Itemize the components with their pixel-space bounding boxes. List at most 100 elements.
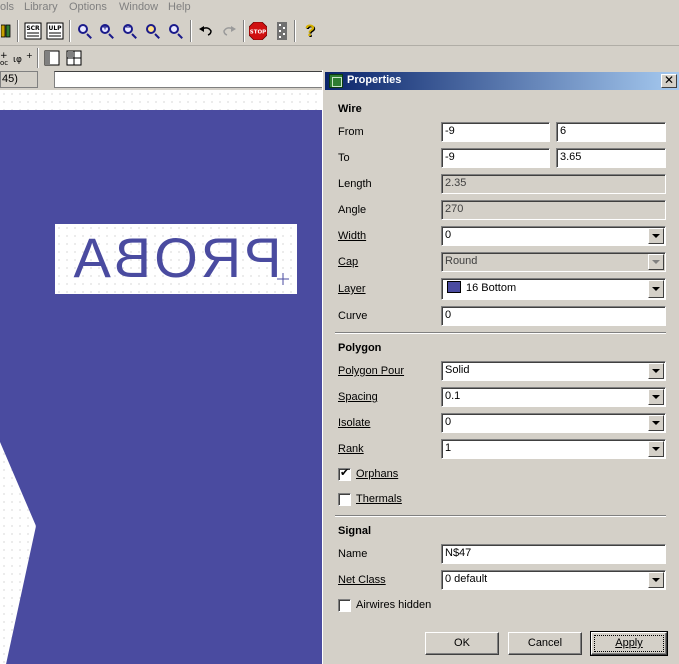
- help-icon[interactable]: ?: [300, 21, 320, 41]
- ulp-icon-label: ULP: [48, 25, 62, 32]
- net-class-value: 0 default: [445, 573, 488, 585]
- menu-help[interactable]: Help: [168, 1, 191, 13]
- airwires-hidden-checkbox[interactable]: Airwires hidden: [338, 599, 458, 613]
- layout-canvas[interactable]: PROBA: [0, 90, 326, 664]
- redo-icon[interactable]: [219, 21, 239, 41]
- library-icon[interactable]: [0, 21, 14, 41]
- chevron-down-icon[interactable]: [648, 228, 664, 244]
- board-polygon[interactable]: [0, 90, 326, 664]
- curve-field[interactable]: 0: [441, 306, 666, 326]
- cap-label: Cap: [338, 256, 359, 268]
- section-wire-heading: Wire: [338, 103, 362, 115]
- width-select[interactable]: 0: [441, 226, 666, 246]
- script-icon[interactable]: SCR: [23, 21, 43, 41]
- zoom-fit-icon[interactable]: [75, 21, 95, 41]
- menu-tools[interactable]: ols: [0, 1, 14, 13]
- zoom-out-icon[interactable]: −: [120, 21, 140, 41]
- rank-label: Rank: [338, 443, 364, 455]
- section-divider: [335, 515, 666, 517]
- chevron-down-icon[interactable]: [648, 363, 664, 379]
- thermals-checkbox-box[interactable]: [338, 493, 351, 506]
- to-y-field[interactable]: 3.65: [556, 148, 666, 168]
- to-x-field[interactable]: -9: [441, 148, 550, 168]
- length-label: Length: [338, 178, 372, 190]
- command-input[interactable]: [54, 71, 326, 88]
- svg-text:ιφ: ιφ: [13, 55, 22, 65]
- zoom-in-icon[interactable]: +: [97, 21, 117, 41]
- rank-select[interactable]: 1: [441, 439, 666, 459]
- isolate-select[interactable]: 0: [441, 413, 666, 433]
- stop-icon-label: STOP: [250, 30, 266, 36]
- width-label: Width: [338, 230, 367, 242]
- add-text-icon[interactable]: + oc: [0, 48, 12, 68]
- dialog-titlebar[interactable]: Properties ✕: [325, 72, 679, 90]
- airwires-hidden-label: Airwires hidden: [356, 599, 432, 611]
- layer-label: Layer: [338, 283, 366, 295]
- chevron-down-icon[interactable]: [648, 441, 664, 457]
- ok-button[interactable]: OK: [425, 632, 499, 655]
- polygon-pour-select[interactable]: Solid: [441, 361, 666, 381]
- layer-color-swatch: [447, 281, 461, 293]
- secondary-toolbar: + oc ιφ +: [0, 46, 679, 70]
- from-label: From: [338, 126, 364, 138]
- chevron-down-icon[interactable]: [648, 415, 664, 431]
- chevron-down-icon[interactable]: [648, 572, 664, 588]
- from-y-field[interactable]: 6: [556, 122, 666, 142]
- ulp-icon[interactable]: ULP: [45, 21, 65, 41]
- section-signal-heading: Signal: [338, 525, 372, 537]
- chevron-down-icon[interactable]: [648, 280, 664, 298]
- rank-value: 1: [445, 442, 452, 454]
- zoom-select-icon[interactable]: [166, 21, 186, 41]
- layer-select[interactable]: 16 Bottom: [441, 278, 666, 300]
- proba-text-label[interactable]: PROBA: [55, 224, 297, 294]
- angle-field: 270: [441, 200, 666, 220]
- menu-bar: ols Library Options Window Help: [0, 0, 679, 17]
- close-button[interactable]: ✕: [661, 74, 677, 88]
- drc-icon[interactable]: [272, 21, 292, 41]
- properties-dialog: Properties ✕ Wire From -9 6 To -9 3.65 L…: [322, 70, 679, 664]
- board-fill: [0, 110, 326, 664]
- spacing-select[interactable]: 0.1: [441, 387, 666, 407]
- cap-value: Round: [445, 255, 478, 267]
- angle-label: Angle: [338, 204, 367, 216]
- from-x-field[interactable]: -9: [441, 122, 550, 142]
- layer-value: 16 Bottom: [466, 282, 517, 294]
- name-label: Name: [338, 548, 368, 560]
- toolbar-separator: [190, 20, 192, 42]
- smash-icon[interactable]: ιφ +: [13, 48, 33, 68]
- polygon-pour-label: Polygon Pour: [338, 365, 405, 377]
- orphans-checkbox-box[interactable]: [338, 466, 351, 481]
- thermals-checkbox[interactable]: Thermals: [338, 493, 438, 507]
- coordinate-bar: 45): [0, 70, 326, 90]
- signal-name-field[interactable]: N$47: [441, 544, 666, 564]
- undo-icon[interactable]: [196, 21, 216, 41]
- toolbar-separator: [37, 48, 39, 68]
- menu-options[interactable]: Options: [69, 1, 107, 13]
- airwires-hidden-checkbox-box[interactable]: [338, 599, 351, 612]
- proba-text: PROBA: [70, 226, 282, 289]
- help-icon-glyph: ?: [304, 21, 316, 40]
- menu-window[interactable]: Window: [119, 1, 158, 13]
- spacing-value: 0.1: [445, 390, 461, 402]
- isolate-label: Isolate: [338, 417, 371, 429]
- thermals-label: Thermals: [356, 493, 402, 505]
- net-class-select[interactable]: 0 default: [441, 570, 666, 590]
- toolbar-separator: [243, 20, 245, 42]
- layout-split-icon[interactable]: [64, 48, 84, 68]
- orphans-checkbox[interactable]: Orphans: [338, 466, 438, 482]
- zoom-redraw-icon[interactable]: [143, 21, 163, 41]
- menu-library[interactable]: Library: [24, 1, 58, 13]
- curve-label: Curve: [338, 310, 368, 322]
- isolate-value: 0: [445, 416, 452, 428]
- stop-icon[interactable]: STOP: [248, 21, 268, 41]
- polygon-pour-value: Solid: [445, 364, 470, 376]
- apply-button[interactable]: Apply: [590, 631, 668, 656]
- coordinate-readout: 45): [0, 71, 38, 88]
- chevron-down-icon[interactable]: [648, 389, 664, 405]
- script-icon-label: SCR: [26, 25, 40, 32]
- chevron-down-icon: [648, 254, 664, 270]
- layout-single-icon[interactable]: [42, 48, 62, 68]
- orphans-label: Orphans: [356, 468, 399, 480]
- toolbar-separator: [69, 20, 71, 42]
- cancel-button[interactable]: Cancel: [508, 632, 582, 655]
